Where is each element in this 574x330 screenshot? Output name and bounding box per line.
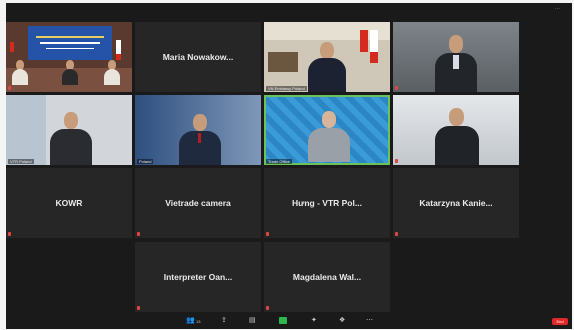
participant-name: Magdalena Wal...: [292, 272, 362, 282]
participants-icon[interactable]: 👥: [186, 317, 195, 325]
video-tile-participant[interactable]: Katarzyna Kanie...: [393, 168, 519, 238]
mic-muted-icon: [266, 232, 269, 236]
vn-flag-icon: [10, 42, 14, 52]
participant-name: Vietrade camera: [165, 198, 231, 208]
banner-screen: [28, 26, 112, 60]
share-screen-icon[interactable]: ⇪: [221, 317, 227, 325]
meeting-toolbar: 👥 13 ⇪ ▤ ✦ ❖ ⋯ End: [6, 315, 572, 329]
more-icon[interactable]: ⋯: [555, 6, 560, 12]
mic-muted-icon: [395, 86, 398, 90]
chat-icon[interactable]: ▤: [249, 317, 256, 325]
vn-flag-icon: [360, 30, 368, 52]
participant-name: Hưng - VTR Pol...: [292, 198, 362, 208]
apps-icon[interactable]: ❖: [339, 317, 345, 325]
video-tile-poland[interactable]: Poland: [135, 95, 261, 165]
video-tile-participant[interactable]: KOWR: [6, 168, 132, 238]
mic-muted-icon: [395, 159, 398, 163]
mic-muted-icon: [266, 306, 269, 310]
video-tile-participant[interactable]: [393, 22, 519, 92]
more-options-icon[interactable]: ⋯: [366, 317, 373, 325]
video-tile-active-speaker[interactable]: Trade Office: [264, 95, 390, 165]
record-icon[interactable]: [279, 317, 287, 324]
mic-muted-icon: [8, 86, 11, 90]
participant-caption: VTR Poland: [8, 159, 34, 164]
mic-muted-icon: [8, 232, 11, 236]
participant-name: Katarzyna Kanie...: [419, 198, 493, 208]
pl-flag-icon: [370, 30, 378, 63]
video-tile-participant[interactable]: Maria Nowakow...: [135, 22, 261, 92]
pl-flag-icon: [116, 40, 121, 60]
video-tile-participant[interactable]: Magdalena Wal...: [264, 242, 390, 312]
participant-name: Interpreter Oan...: [163, 272, 233, 282]
mic-muted-icon: [137, 232, 140, 236]
video-tile-participant[interactable]: Vietrade camera: [135, 168, 261, 238]
mic-muted-icon: [137, 306, 140, 310]
participant-caption: Poland: [137, 159, 154, 164]
participant-name: Maria Nowakow...: [162, 52, 234, 62]
video-tile-participant[interactable]: Hưng - VTR Pol...: [264, 168, 390, 238]
mic-muted-icon: [395, 232, 398, 236]
participant-name: KOWR: [55, 198, 83, 208]
end-meeting-button[interactable]: End: [552, 318, 568, 325]
video-tile-embassy[interactable]: VN Embassy Poland: [264, 22, 390, 92]
video-tile-participant[interactable]: [393, 95, 519, 165]
video-tile-vtr-poland[interactable]: VTR Poland: [6, 95, 132, 165]
video-tile-participant[interactable]: Interpreter Oan...: [135, 242, 261, 312]
video-tile-conference-room[interactable]: [6, 22, 132, 92]
participant-caption: Trade Office: [266, 159, 292, 164]
furniture: [268, 52, 298, 72]
video-grid: ⋯ Maria Nowakow... VN Embassy Poland VTR…: [6, 3, 572, 329]
participant-caption: VN Embassy Poland: [266, 86, 307, 91]
reactions-icon[interactable]: ✦: [311, 317, 317, 325]
participants-count: 13: [196, 319, 201, 324]
